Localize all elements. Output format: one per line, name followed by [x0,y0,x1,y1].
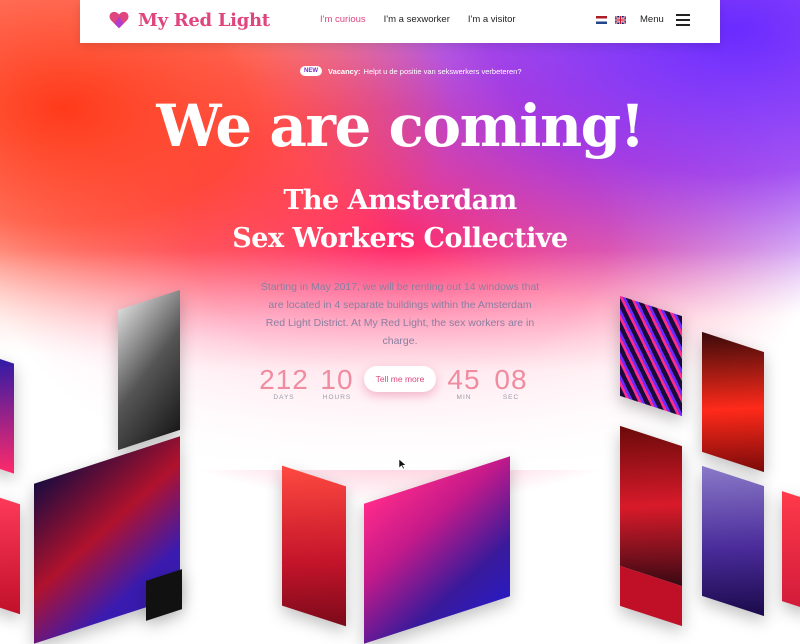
countdown-min: 45 MIN [446,364,482,401]
hero-description: Starting in May 2017, we will be renting… [260,281,540,347]
hamburger-menu-icon[interactable] [676,14,690,26]
subtitle-line-2: Sex Workers Collective [232,223,568,254]
photo-tile [0,495,20,615]
hours-value: 10 [320,364,354,395]
vacancy-text: Helpt u de positie van sekswerkers verbe… [363,66,522,76]
tell-me-more-button[interactable]: Tell me more [364,366,436,392]
photo-tile [702,465,764,617]
heart-logo-icon [109,11,129,29]
top-navbar: My Red Light I'm curious I'm a sexworker… [80,0,720,43]
new-badge: NEW [300,66,322,76]
brand-name: My Red Light [138,9,270,31]
sec-value: 08 [494,364,528,395]
nav-item-curious[interactable]: I'm curious [320,14,366,25]
dutch-flag-icon[interactable] [596,16,607,24]
hero-title: We are coming! [156,92,645,160]
hero-subtitle: The Amsterdam Sex Workers Collective [0,182,800,258]
vacancy-banner[interactable]: NEW Vacancy: Helpt u de positie van seks… [300,66,522,76]
photo-tile [0,356,14,474]
menu-label[interactable]: Menu [640,14,664,25]
countdown-days: 212 DAYS [256,364,312,401]
days-value: 212 [259,364,309,395]
main-nav: I'm curious I'm a sexworker I'm a visito… [320,14,516,25]
photo-tile [282,465,346,627]
photo-tile [118,289,180,451]
countdown-sec: 08 SEC [492,364,530,401]
nav-item-visitor[interactable]: I'm a visitor [468,14,516,25]
countdown-hours: 10 HOURS [318,364,356,401]
mouse-cursor-icon [399,459,407,469]
subtitle-line-1: The Amsterdam [283,185,517,216]
language-switcher [596,16,626,24]
min-value: 45 [447,364,481,395]
vacancy-lead: Vacancy: [328,66,361,76]
uk-flag-icon[interactable] [615,16,626,24]
photo-tile [702,331,764,473]
photo-tile [782,491,800,611]
nav-item-sexworker[interactable]: I'm a sexworker [384,14,450,25]
photo-tile [620,295,682,417]
photo-tile [620,425,682,587]
brand-logo[interactable]: My Red Light [108,9,270,31]
countdown-timer: 212 DAYS 10 HOURS Tell me more 45 MIN 08… [250,364,550,408]
hours-label: HOURS [322,394,352,401]
